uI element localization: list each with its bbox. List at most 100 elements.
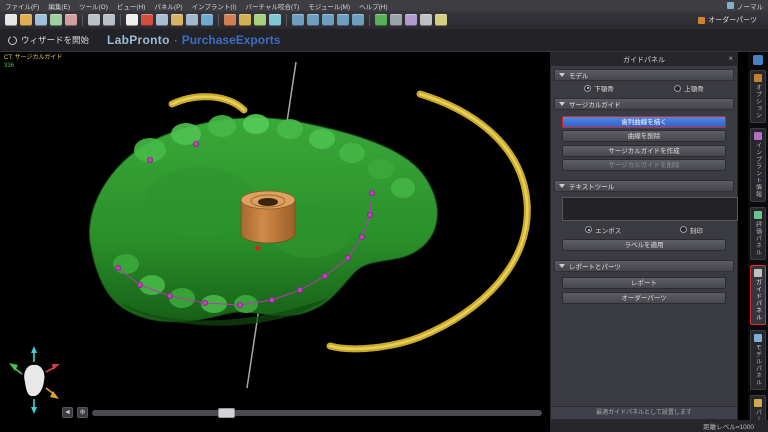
clear-curve-button[interactable]: 曲線を削除: [562, 130, 726, 142]
tab-implant-info-label: インプラント情報: [754, 142, 761, 198]
guide-panel-titlebar: ガイドパネル ×: [551, 53, 737, 66]
screenshot-icon[interactable]: [435, 14, 447, 26]
model-radio-row: 下顎骨 上顎骨: [554, 81, 734, 95]
create-guide-button[interactable]: サージカルガイドを作成: [562, 144, 726, 157]
guide-panel-title: ガイドパネル: [623, 56, 665, 64]
text-section-title: テキストツール: [569, 183, 615, 191]
tab-guide-panel[interactable]: ガイドパネル: [750, 265, 766, 325]
cube-view-icon[interactable]: [375, 14, 387, 26]
order-parts-button[interactable]: オーダーパーツ: [562, 291, 726, 304]
orientation-widget[interactable]: [9, 346, 60, 414]
model-section-header[interactable]: モデル: [554, 69, 734, 81]
open-folder-icon[interactable]: [20, 14, 32, 26]
zoom-out-icon[interactable]: [307, 14, 319, 26]
tooth-icon[interactable]: [126, 14, 138, 26]
close-icon[interactable]: ×: [728, 54, 733, 63]
slider-handle[interactable]: [218, 407, 235, 418]
report-section-header[interactable]: レポートとパーツ: [554, 259, 734, 272]
emboss-radio[interactable]: エンボス: [585, 225, 621, 235]
angle-icon[interactable]: [254, 14, 266, 26]
options-tab-icon: [754, 74, 762, 82]
power-icon: [8, 33, 17, 45]
rotate-view-icon[interactable]: [337, 14, 349, 26]
settings-icon[interactable]: [420, 14, 432, 26]
undo-icon[interactable]: [88, 14, 100, 26]
viewport-overlay-frame: 336: [4, 63, 15, 69]
start-wizard-button[interactable]: ウィザードを開始: [8, 33, 89, 46]
radio-unchecked-icon: [679, 226, 687, 233]
display-mode-label: ノーマル: [737, 3, 763, 11]
guide-panel: ガイドパネル × モデル 下顎骨 上顎骨 サージカルガイド 歯列曲線を描く 曲線…: [550, 52, 738, 420]
draw-curve-button[interactable]: 歯列曲線を描く: [562, 115, 726, 128]
menu-tools[interactable]: ツール(O): [79, 1, 108, 11]
tab-options[interactable]: オプション: [750, 70, 766, 123]
text-section-header[interactable]: テキストツール: [554, 179, 734, 192]
menu-module[interactable]: モジュール(M): [308, 1, 350, 11]
lower-jaw-radio[interactable]: 下顎骨: [584, 83, 614, 93]
collapse-arrow-icon: [559, 183, 565, 188]
app-title: LabPronto: [107, 33, 170, 47]
scan-icon[interactable]: [201, 14, 213, 26]
upper-jaw-radio[interactable]: 上顎骨: [674, 83, 704, 93]
menu-implant[interactable]: インプラント(I): [192, 1, 237, 11]
report-button[interactable]: レポート: [562, 277, 726, 289]
implant-marker[interactable]: [255, 245, 261, 251]
menu-panel[interactable]: パネル(P): [154, 1, 182, 11]
label-text-input[interactable]: [562, 196, 738, 221]
model-section: モデル 下顎骨 上顎骨: [554, 69, 734, 95]
main-toolbar: オーダーパーツ: [0, 11, 768, 29]
import-icon[interactable]: [50, 14, 62, 26]
ruler-icon[interactable]: [239, 14, 251, 26]
section-icon[interactable]: [269, 14, 281, 26]
mirror-icon[interactable]: [405, 14, 417, 26]
crown-icon[interactable]: [171, 14, 183, 26]
surgical-section-header[interactable]: サージカルガイド: [554, 98, 734, 110]
engrave-radio[interactable]: 刻印: [679, 225, 703, 235]
menu-file[interactable]: ファイル(F): [5, 1, 39, 11]
redo-icon[interactable]: [103, 14, 115, 26]
viewport-overlay: CT: サージカルガイド 336: [4, 54, 62, 70]
pan-view-icon[interactable]: [352, 14, 364, 26]
export-icon[interactable]: [65, 14, 77, 26]
3d-scene[interactable]: [0, 52, 550, 432]
measure-icon[interactable]: [224, 14, 236, 26]
panel-footer-button[interactable]: 最適ガイドパネルとして設置します: [551, 406, 737, 419]
tab-evaluation-panel[interactable]: 評価パネル: [750, 207, 766, 260]
toolbar-separator: [218, 14, 219, 26]
slider-track[interactable]: [92, 407, 542, 418]
tab-evaluation-label: 評価パネル: [754, 221, 761, 256]
slider-zoom-button[interactable]: ⊕: [77, 407, 88, 418]
tab-model-panel[interactable]: モデルパネル: [750, 330, 766, 390]
menu-virtual-articulator[interactable]: バーチャル咬合(T): [246, 1, 300, 11]
toolbar-separator: [120, 14, 121, 26]
grid-icon[interactable]: [390, 14, 402, 26]
toolbar-separator: [82, 14, 83, 26]
surgical-section-title: サージカルガイド: [569, 102, 621, 109]
display-mode-selector[interactable]: ノーマル: [727, 1, 763, 11]
tab-implant-info[interactable]: インプラント情報: [750, 128, 766, 202]
menu-help[interactable]: ヘルプ(H): [359, 1, 388, 11]
display-mode-icon: [727, 2, 734, 9]
tooth-red-icon[interactable]: [141, 14, 153, 26]
zoom-in-icon[interactable]: [292, 14, 304, 26]
remove-guide-button[interactable]: サージカルガイドを削除: [562, 159, 726, 171]
bridge-icon[interactable]: [186, 14, 198, 26]
order-parts-toolbar-button[interactable]: オーダーパーツ: [698, 15, 763, 25]
implant-icon[interactable]: [156, 14, 168, 26]
slider-prev-button[interactable]: ◄: [62, 407, 73, 418]
menu-edit[interactable]: 編集(E): [48, 1, 70, 11]
fit-view-icon[interactable]: [322, 14, 334, 26]
surgical-guide-section: サージカルガイド 歯列曲線を描く 曲線を削除 サージカルガイドを作成 サージカル…: [554, 98, 734, 177]
viewport-overlay-title: CT: サージカルガイド: [4, 55, 63, 61]
3d-viewport[interactable]: CT: サージカルガイド 336 ◄ ⊕: [0, 52, 550, 432]
new-file-icon[interactable]: [5, 14, 17, 26]
implant-info-tab-icon: [754, 132, 762, 140]
side-tab-strip: オプション インプラント情報 評価パネル ガイドパネル モデルパネル パーツパネ…: [748, 52, 768, 432]
view-reset-icon[interactable]: [753, 55, 763, 65]
menu-view[interactable]: ビュー(H): [117, 1, 146, 11]
tab-model-panel-label: モデルパネル: [754, 344, 761, 386]
apply-label-button[interactable]: ラベルを適用: [562, 239, 726, 251]
lower-jaw-label: 下顎骨: [594, 86, 614, 93]
model-panel-tab-icon: [754, 334, 762, 342]
save-icon[interactable]: [35, 14, 47, 26]
